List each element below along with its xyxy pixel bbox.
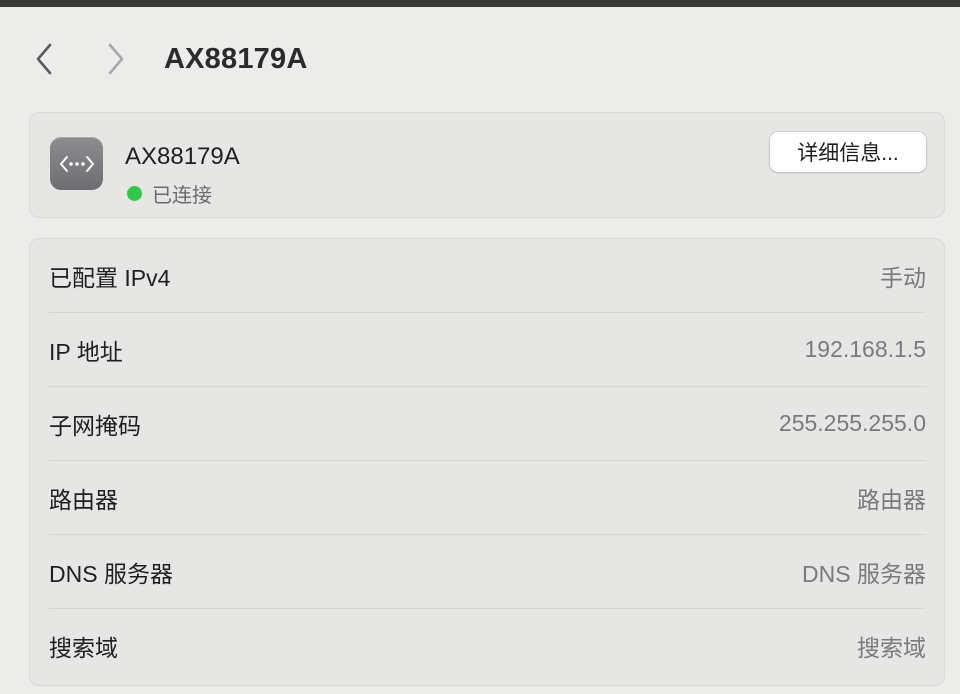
device-summary-card: AX88179A 已连接 详细信息... [29, 112, 945, 218]
details-button[interactable]: 详细信息... [770, 132, 926, 172]
row-label: 子网掩码 [49, 412, 141, 439]
row-value[interactable]: 路由器 [857, 481, 926, 515]
row-label: 搜索域 [49, 635, 118, 661]
row-label: IP 地址 [49, 338, 123, 365]
row-ip-address: IP 地址 192.168.1.5 [49, 313, 926, 387]
row-dns-servers: DNS 服务器 DNS 服务器 [49, 535, 926, 609]
page-title: AX88179A [164, 43, 308, 75]
status-dot-icon [127, 186, 142, 201]
network-settings-window: AX88179A AX88179A 已连接 详细信息... 已配置 IPv4 手… [0, 7, 960, 694]
chevron-left-icon [36, 43, 52, 75]
row-search-domains: 搜索域 搜索域 [49, 609, 926, 683]
row-value[interactable]: DNS 服务器 [802, 555, 926, 589]
row-value[interactable]: 手动 [880, 259, 926, 293]
row-router: 路由器 路由器 [49, 461, 926, 535]
row-label: 已配置 IPv4 [49, 264, 171, 291]
device-name: AX88179A [125, 143, 240, 170]
toolbar: AX88179A [0, 7, 960, 107]
row-ipv4-configured: 已配置 IPv4 手动 [49, 239, 926, 313]
ip-settings-list: 已配置 IPv4 手动 IP 地址 192.168.1.5 子网掩码 255.2… [29, 238, 945, 686]
chevron-right-icon [108, 43, 124, 75]
row-label: 路由器 [49, 486, 118, 513]
row-value[interactable]: 192.168.1.5 [804, 336, 926, 363]
status-text: 已连接 [152, 185, 212, 207]
forward-button[interactable] [100, 41, 132, 77]
back-button[interactable] [28, 41, 60, 77]
row-value[interactable]: 搜索域 [857, 629, 926, 663]
window-top-edge [0, 0, 960, 7]
ethernet-icon [50, 137, 103, 190]
row-subnet-mask: 子网掩码 255.255.255.0 [49, 387, 926, 461]
row-label: DNS 服务器 [49, 560, 173, 587]
connection-status: 已连接 [127, 179, 212, 208]
row-value[interactable]: 255.255.255.0 [779, 410, 926, 437]
